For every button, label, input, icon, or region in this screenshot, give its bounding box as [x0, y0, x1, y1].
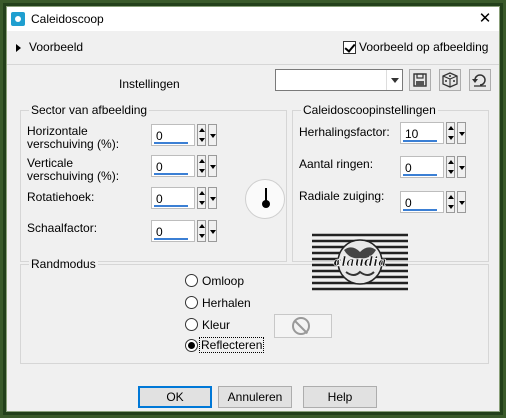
reset-arrow-icon [472, 74, 486, 87]
chevron-down-icon[interactable] [208, 124, 217, 146]
horizontal-offset-input[interactable]: 0 [151, 124, 195, 146]
spin-arrows-icon[interactable] [446, 122, 455, 144]
edge-mode-radio-color[interactable] [185, 318, 198, 331]
chevron-down-icon[interactable] [208, 220, 217, 242]
ring-count-label: Aantal ringen: [299, 157, 374, 171]
settings-label: Instellingen [119, 77, 180, 91]
edge-mode-label-repeat[interactable]: Herhalen [202, 296, 251, 310]
ring-count-input[interactable]: 0 [400, 156, 444, 178]
horizontal-offset-label: Horizontale verschuiving (%): [27, 124, 120, 151]
repeat-factor-input[interactable]: 10 [400, 122, 444, 144]
window-title: Caleidoscoop [31, 12, 104, 26]
chevron-down-icon[interactable] [457, 191, 466, 213]
rotation-label: Rotatiehoek: [27, 190, 95, 204]
expand-triangle-icon[interactable] [16, 44, 21, 52]
close-icon[interactable]: ✕ [475, 9, 495, 29]
sector-group-title: Sector van afbeelding [29, 103, 150, 117]
spin-arrows-icon[interactable] [197, 124, 206, 146]
spin-arrows-icon[interactable] [446, 156, 455, 178]
spin-arrows-icon[interactable] [197, 155, 206, 177]
camera-app-icon [11, 12, 25, 26]
randomize-button[interactable] [439, 69, 461, 91]
preset-select[interactable] [275, 69, 403, 91]
preview-row: Voorbeeld Voorbeeld op afbeelding [7, 31, 499, 65]
edge-mode-title: Randmodus [29, 257, 98, 271]
floppy-disk-icon [413, 73, 427, 87]
edge-mode-radio-repeat[interactable] [185, 296, 198, 309]
rotation-dial[interactable] [245, 179, 285, 219]
cancel-button[interactable]: Annuleren [218, 386, 292, 408]
edge-mode-label-color[interactable]: Kleur [202, 318, 230, 332]
chevron-down-icon[interactable] [208, 155, 217, 177]
edge-mode-label-wrap[interactable]: Omloop [202, 274, 244, 288]
preview-on-image-label[interactable]: Voorbeeld op afbeelding [359, 40, 488, 54]
scale-label: Schaalfactor: [27, 221, 98, 235]
spin-arrows-icon[interactable] [197, 220, 206, 242]
claudia-watermark-logo: claudia [312, 233, 408, 291]
edge-mode-label-reflect[interactable]: Reflecteren [198, 337, 265, 353]
chevron-down-icon[interactable] [457, 156, 466, 178]
spin-arrows-icon[interactable] [197, 187, 206, 209]
svg-text:claudia: claudia [333, 255, 386, 270]
repeat-factor-label: Herhalingsfactor: [299, 125, 390, 139]
preview-on-image-checkbox[interactable] [343, 41, 356, 54]
radial-suction-label: Radiale zuiging: [299, 189, 385, 203]
no-color-icon [292, 317, 310, 335]
edge-mode-radio-wrap[interactable] [185, 274, 198, 287]
radial-suction-input[interactable]: 0 [400, 191, 444, 213]
reset-button[interactable] [469, 69, 491, 91]
vertical-offset-label: Verticale verschuiving (%): [27, 156, 120, 183]
kaleidoscope-dialog: Caleidoscoop ✕ Voorbeeld Voorbeeld op af… [6, 6, 500, 412]
edge-color-swatch[interactable] [274, 314, 332, 338]
kaleidoscope-group-title: Caleidoscoopinstellingen [301, 103, 438, 117]
title-bar: Caleidoscoop ✕ [7, 7, 499, 31]
spin-arrows-icon[interactable] [446, 191, 455, 213]
ok-button[interactable]: OK [138, 386, 212, 408]
chevron-down-icon[interactable] [386, 70, 402, 90]
dial-center-dot [262, 200, 270, 208]
dice-icon [442, 72, 458, 88]
rotation-input[interactable]: 0 [151, 187, 195, 209]
chevron-down-icon[interactable] [208, 187, 217, 209]
help-button[interactable]: Help [303, 386, 377, 408]
chevron-down-icon[interactable] [457, 122, 466, 144]
save-preset-button[interactable] [409, 69, 431, 91]
preview-label[interactable]: Voorbeeld [29, 40, 83, 54]
scale-input[interactable]: 0 [151, 220, 195, 242]
vertical-offset-input[interactable]: 0 [151, 155, 195, 177]
edge-mode-radio-reflect[interactable] [185, 339, 198, 352]
